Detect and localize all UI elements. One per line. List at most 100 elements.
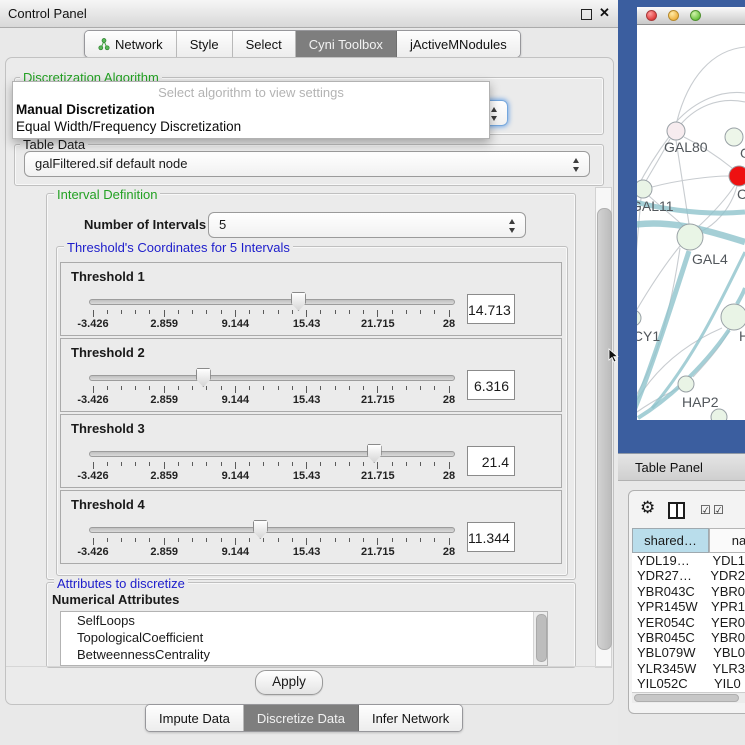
cell-shared-name[interactable]: YPR145W: [632, 599, 706, 614]
cell-shared-name[interactable]: YER054C: [632, 615, 706, 630]
tick-mark: [278, 538, 279, 542]
slider-track[interactable]: [89, 299, 455, 305]
tick-mark: [221, 462, 222, 466]
cell-shared-name[interactable]: YIL052C: [632, 676, 709, 691]
node-table[interactable]: YDL19…YDL1YDR27…YDR2YBR043CYBR0YPR145WYP…: [632, 553, 745, 692]
network-node-label: GAL4: [692, 251, 728, 267]
tab-select[interactable]: Select: [233, 31, 296, 57]
attribute-item-selfloops[interactable]: SelfLoops: [61, 612, 547, 629]
tick-mark: [121, 310, 122, 314]
attributes-scrollbar-thumb[interactable]: [536, 614, 547, 662]
cell-name[interactable]: YLR3: [707, 661, 745, 676]
table-row[interactable]: YDR27…YDR2: [632, 568, 745, 583]
tick-mark: [377, 462, 378, 469]
network-window-titlebar[interactable]: [637, 7, 745, 25]
numerical-attributes-list[interactable]: SelfLoopsTopologicalCoefficientBetweenne…: [60, 611, 548, 666]
attributes-scrollbar[interactable]: [533, 612, 547, 665]
tab-jactivemnodules[interactable]: jActiveMNodules: [397, 31, 520, 57]
table-row[interactable]: YPR145WYPR1: [632, 599, 745, 614]
slider-track[interactable]: [89, 527, 455, 533]
cell-shared-name[interactable]: YBL079W: [632, 645, 708, 660]
table-hscrollbar[interactable]: [632, 692, 745, 703]
table-row[interactable]: YBR045CYBR0: [632, 630, 745, 645]
tab-cyni-toolbox[interactable]: Cyni Toolbox: [296, 31, 397, 57]
menu-item-manual-discretization[interactable]: Manual Discretization: [16, 102, 155, 117]
cell-shared-name[interactable]: YLR345W: [632, 661, 707, 676]
tick-mark: [392, 538, 393, 542]
tab-impute-data[interactable]: Impute Data: [146, 705, 244, 731]
network-node-hap2[interactable]: [678, 376, 694, 392]
close-traffic-light-icon[interactable]: [646, 10, 657, 21]
table-row[interactable]: YBL079WYBL0: [632, 645, 745, 660]
cell-shared-name[interactable]: YBR045C: [632, 630, 706, 645]
cell-shared-name[interactable]: YDL19…: [632, 553, 707, 568]
network-node-h[interactable]: [721, 304, 745, 330]
cell-name[interactable]: YIL0: [709, 676, 741, 691]
table-data-combo[interactable]: galFiltered.sif default node: [24, 151, 590, 177]
thresholds-group-label: Threshold's Coordinates for 5 Intervals: [64, 240, 293, 255]
cell-name[interactable]: YPR1: [706, 599, 745, 614]
tab-infer-network[interactable]: Infer Network: [359, 705, 462, 731]
tick-label: 21.715: [348, 318, 408, 330]
gear-icon[interactable]: ⚙: [640, 498, 655, 518]
network-canvas[interactable]: GAL80GACGAL11GAL4GCY1HHAP2: [637, 25, 745, 420]
tab-network[interactable]: Network: [85, 31, 177, 57]
column-header-shared[interactable]: shared…: [632, 528, 709, 553]
network-edge: [652, 176, 729, 187]
threshold-value-field[interactable]: 11.344: [467, 522, 515, 552]
threshold-value-field[interactable]: 21.4: [467, 446, 515, 476]
table-row[interactable]: YBR043CYBR0: [632, 584, 745, 599]
table-row[interactable]: YDL19…YDL1: [632, 553, 745, 568]
cell-shared-name[interactable]: YBR043C: [632, 584, 706, 599]
slider-thumb[interactable]: [196, 368, 211, 387]
tab-discretize-data[interactable]: Discretize Data: [244, 705, 359, 731]
slider-track[interactable]: [89, 451, 455, 457]
tab-label: Cyni Toolbox: [309, 32, 383, 57]
tick-mark: [149, 538, 150, 542]
table-hscrollbar-thumb[interactable]: [634, 694, 739, 702]
slider-thumb[interactable]: [253, 520, 268, 539]
cell-name[interactable]: YER0: [706, 615, 745, 630]
control-panel-titlebar: [0, 0, 618, 28]
number-of-intervals-combo[interactable]: 5: [208, 212, 526, 238]
cell-name[interactable]: YBL0: [708, 645, 745, 660]
slider-thumb[interactable]: [291, 292, 306, 311]
zoom-traffic-light-icon[interactable]: [690, 10, 701, 21]
attribute-item-topologicalcoefficient[interactable]: TopologicalCoefficient: [61, 629, 547, 646]
cell-name[interactable]: YBR0: [706, 630, 745, 645]
network-node-ga[interactable]: [725, 128, 743, 146]
float-window-icon[interactable]: [581, 9, 592, 20]
close-icon[interactable]: ✕: [599, 5, 610, 21]
network-node[interactable]: [711, 409, 727, 420]
panel-scrollbar-thumb[interactable]: [597, 208, 612, 650]
column-header-name[interactable]: na: [709, 528, 745, 553]
minimize-traffic-light-icon[interactable]: [668, 10, 679, 21]
cell-name[interactable]: YDL1: [707, 553, 745, 568]
table-row[interactable]: YER054CYER0: [632, 615, 745, 630]
apply-button[interactable]: Apply: [255, 670, 323, 695]
threshold-value-field[interactable]: 14.713: [467, 294, 515, 324]
tab-style[interactable]: Style: [177, 31, 233, 57]
tab-label: Style: [190, 32, 219, 57]
network-node-gal4[interactable]: [677, 224, 703, 250]
menu-item-equal-width-frequency[interactable]: Equal Width/Frequency Discretization: [16, 119, 241, 134]
network-node-gal11[interactable]: [637, 180, 652, 198]
column-layout-icon[interactable]: [668, 502, 685, 519]
network-node-gal80[interactable]: [667, 122, 685, 140]
checkbox-icon[interactable]: ☑: [713, 503, 724, 517]
cell-shared-name[interactable]: YDR27…: [632, 568, 705, 583]
tick-mark: [363, 310, 364, 314]
checkbox-icon[interactable]: ☑: [700, 503, 711, 517]
attribute-item-betweennesscentrality[interactable]: BetweennessCentrality: [61, 646, 547, 663]
table-row[interactable]: YLR345WYLR3: [632, 661, 745, 676]
divider: [6, 666, 611, 667]
network-node-gcy1[interactable]: [637, 310, 641, 326]
table-row[interactable]: YIL052CYIL0: [632, 676, 745, 691]
slider-track[interactable]: [89, 375, 455, 381]
tick-mark: [292, 386, 293, 390]
slider-thumb[interactable]: [367, 444, 382, 463]
cell-name[interactable]: YDR2: [705, 568, 745, 583]
cell-name[interactable]: YBR0: [706, 584, 745, 599]
network-node-c[interactable]: [729, 166, 745, 186]
threshold-value-field[interactable]: 6.316: [467, 370, 515, 400]
